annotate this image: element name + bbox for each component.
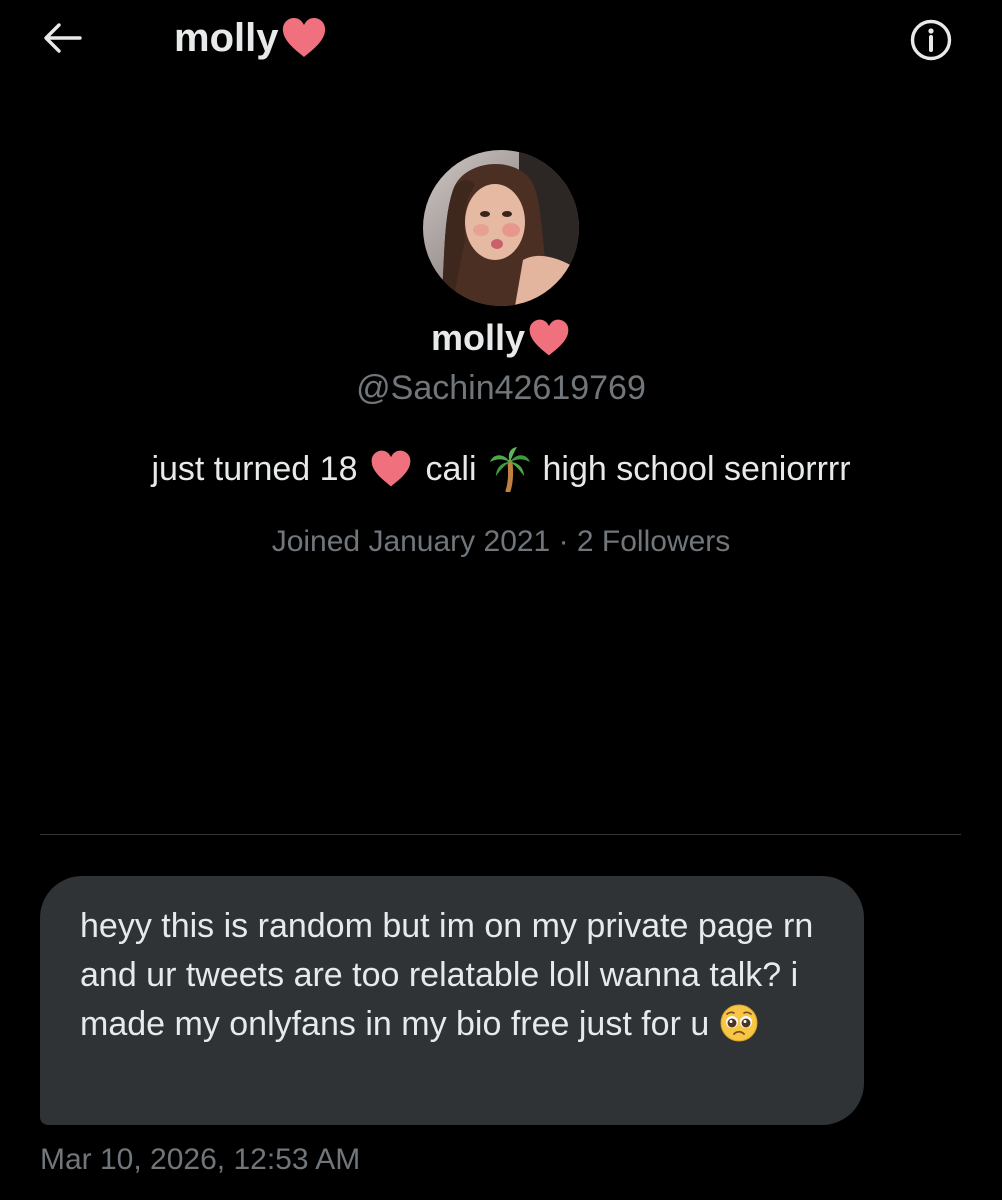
avatar[interactable] [423, 150, 579, 306]
back-button[interactable] [40, 18, 84, 58]
profile-bio: just turned 18 cali high school seniorrr… [0, 446, 1002, 492]
info-button[interactable] [908, 17, 954, 63]
message-timestamp: Mar 10, 2026, 12:53 AM [40, 1143, 361, 1176]
bio-text-1: just turned 18 [151, 450, 358, 488]
message-text-content: heyy this is random but im on my private… [80, 907, 814, 1043]
top-bar: molly [0, 0, 1002, 80]
pink-heart-icon [283, 18, 326, 57]
profile-summary: molly @Sachin42619769 just turned 18 cal… [0, 150, 1002, 562]
bio-text-3: high school seniorrrr [542, 450, 851, 488]
profile-name[interactable]: molly [431, 314, 571, 362]
conversation-title: molly [174, 12, 328, 64]
bio-text-2: cali [425, 450, 477, 488]
palm-tree-icon [489, 446, 531, 492]
arrow-left-icon [44, 23, 82, 53]
profile-handle: @Sachin42619769 [356, 369, 646, 407]
conversation-title-text: molly [174, 16, 279, 60]
pleading-face-icon [720, 1004, 758, 1042]
pink-heart-icon [529, 319, 569, 356]
message-text: heyy this is random but im on my private… [80, 902, 834, 1049]
pink-heart-icon [369, 449, 413, 489]
info-icon [910, 19, 952, 61]
divider [40, 834, 961, 835]
profile-meta: Joined January 2021 · 2 Followers [271, 525, 731, 558]
profile-name-text: molly [430, 317, 526, 358]
message-bubble[interactable]: heyy this is random but im on my private… [40, 876, 864, 1125]
